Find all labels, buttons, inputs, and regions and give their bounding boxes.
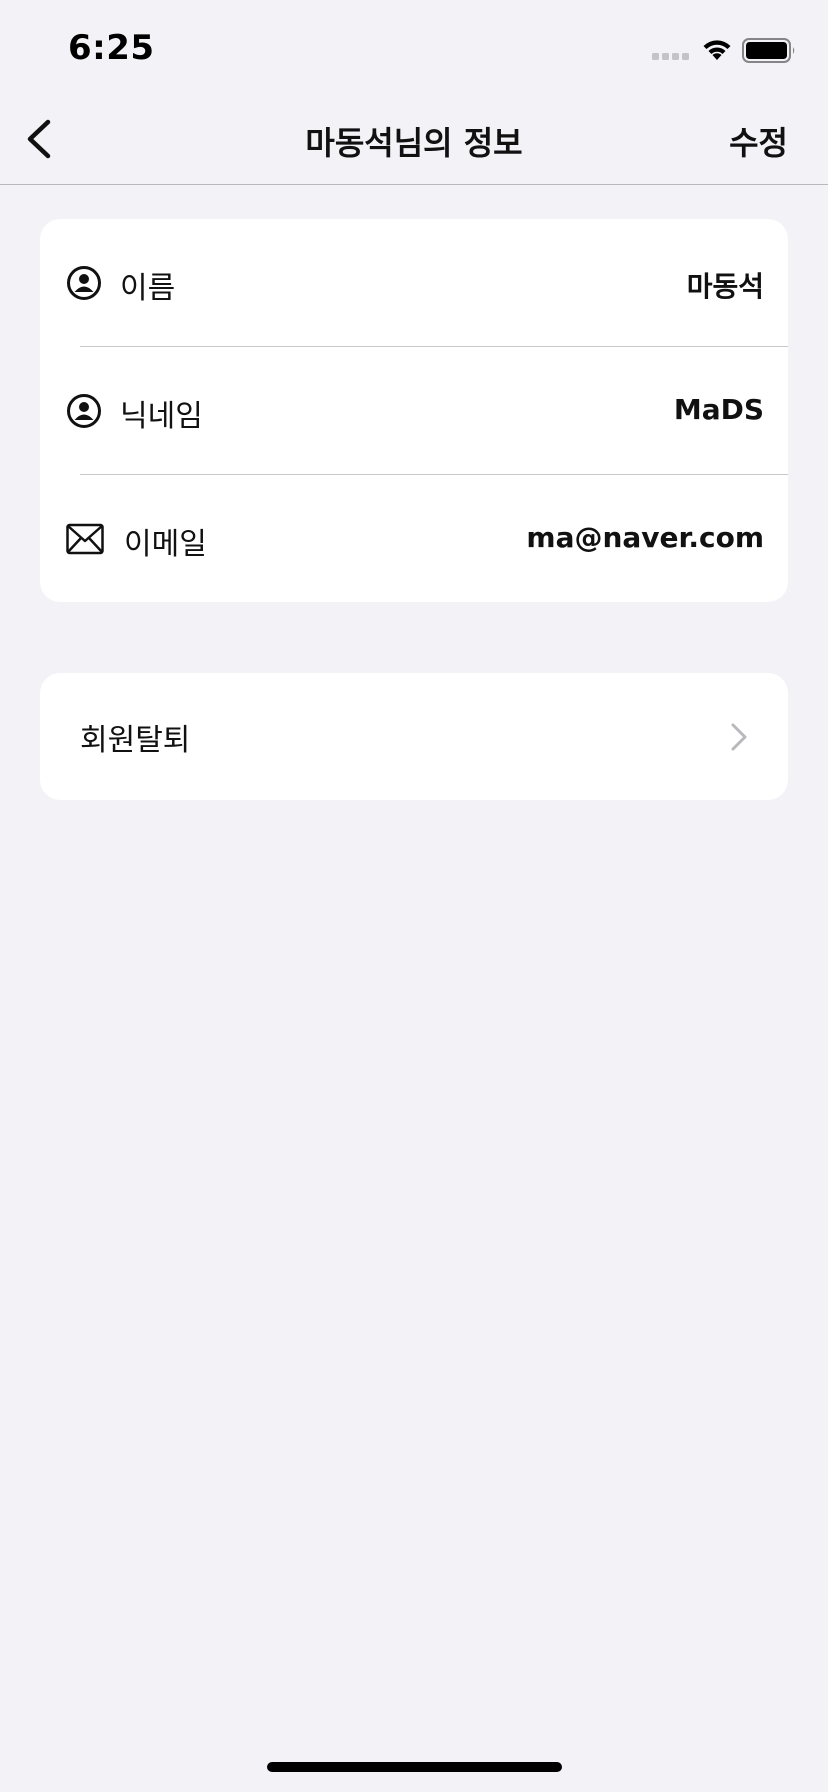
chevron-right-icon xyxy=(731,723,747,751)
withdraw-button[interactable]: 회원탈퇴 xyxy=(40,673,788,800)
home-indicator[interactable] xyxy=(267,1762,562,1772)
user-circle-icon xyxy=(67,266,101,300)
status-time: 6:25 xyxy=(68,28,155,68)
page-title: 마동석님의 정보 xyxy=(305,124,523,162)
name-row: 이름 마동석 xyxy=(40,219,788,347)
name-label: 이름 xyxy=(120,271,176,306)
signal-icon xyxy=(652,53,689,60)
email-row: 이메일 ma@naver.com xyxy=(40,475,788,602)
account-info-screen: 6:25 마동석님의 정보 수정 이름 마동석 닉네임 MaDS 이메일 ma@… xyxy=(0,0,828,1792)
nickname-label: 닉네임 xyxy=(120,399,203,434)
edit-button[interactable]: 수정 xyxy=(729,118,788,164)
nickname-value: MaDS xyxy=(673,393,764,426)
wifi-icon xyxy=(703,40,731,60)
nav-bar: 마동석님의 정보 수정 xyxy=(0,96,828,185)
name-value: 마동석 xyxy=(686,270,764,303)
battery-icon xyxy=(742,38,795,63)
email-label: 이메일 xyxy=(124,527,207,562)
email-value: ma@naver.com xyxy=(526,521,764,554)
user-circle-icon xyxy=(67,394,101,428)
status-bar: 6:25 xyxy=(0,0,828,96)
profile-info-card: 이름 마동석 닉네임 MaDS 이메일 ma@naver.com xyxy=(40,219,788,602)
nickname-row: 닉네임 MaDS xyxy=(40,347,788,475)
withdraw-label: 회원탈퇴 xyxy=(80,723,191,758)
envelope-icon xyxy=(66,523,104,555)
